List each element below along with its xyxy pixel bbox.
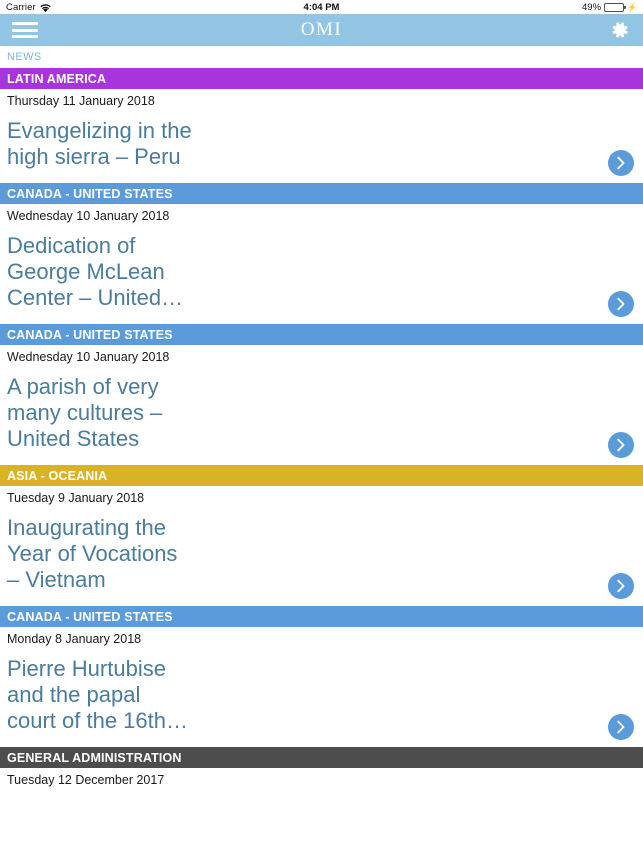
news-item-body: Monday 8 January 2018 Pierre Hurtubise an…	[0, 627, 643, 746]
news-item-title[interactable]: Dedication of George McLean Center – Uni…	[0, 225, 643, 311]
hamburger-menu-icon[interactable]	[12, 20, 38, 40]
news-category-banner: CANADA - UNITED STATES	[0, 606, 643, 627]
news-item[interactable]: LATIN AMERICA Thursday 11 January 2018 Eva…	[0, 68, 643, 182]
app-brand-title: OMI	[300, 19, 343, 40]
chevron-right-icon[interactable]	[608, 714, 634, 740]
news-item-title[interactable]: A parish of very many cultures – United …	[0, 366, 643, 452]
news-item-body: Thursday 11 January 2018 Evangelizing in …	[0, 89, 643, 182]
navigation-bar: OMI	[0, 14, 643, 46]
news-item-date: Thursday 11 January 2018	[7, 94, 155, 108]
chevron-right-icon[interactable]	[608, 150, 634, 176]
news-item-body: Tuesday 12 December 2017	[0, 768, 643, 801]
news-item-date: Wednesday 10 January 2018	[7, 350, 170, 364]
news-item-body: Wednesday 10 January 2018 A parish of ver…	[0, 345, 643, 464]
news-category-banner: CANADA - UNITED STATES	[0, 183, 643, 204]
news-item-date: Tuesday 9 January 2018	[7, 491, 145, 505]
gear-icon[interactable]	[609, 19, 631, 41]
news-item-body: Wednesday 10 January 2018 Dedication of G…	[0, 204, 643, 323]
hamburger-bar	[12, 22, 38, 25]
news-item-body: Tuesday 9 January 2018 Inaugurating the Y…	[0, 486, 643, 605]
news-item[interactable]: CANADA - UNITED STATES Monday 8 January 2…	[0, 606, 643, 746]
news-category-banner: ASIA - OCEANIA	[0, 465, 643, 486]
news-item[interactable]: CANADA - UNITED STATES Wednesday 10 Janua…	[0, 324, 643, 464]
page-section-label: NEWS	[0, 46, 643, 68]
chevron-right-icon[interactable]	[608, 573, 634, 599]
news-item-date: Tuesday 12 December 2017	[7, 773, 165, 787]
news-category-banner: GENERAL ADMINISTRATION	[0, 747, 643, 768]
news-feed-list[interactable]: LATIN AMERICA Thursday 11 January 2018 Eva…	[0, 68, 643, 801]
hamburger-bar	[12, 35, 38, 38]
news-item-date: Monday 8 January 2018	[7, 632, 142, 646]
battery-icon	[604, 2, 627, 12]
news-item[interactable]: ASIA - OCEANIA Tuesday 9 January 2018 Inau…	[0, 465, 643, 605]
news-item-date: Wednesday 10 January 2018	[7, 209, 170, 223]
status-bar-clock: 4:04 PM	[303, 1, 340, 13]
hamburger-bar	[12, 28, 38, 32]
news-item[interactable]: CANADA - UNITED STATES Wednesday 10 Janua…	[0, 183, 643, 323]
news-category-banner: CANADA - UNITED STATES	[0, 324, 643, 345]
news-category-banner: LATIN AMERICA	[0, 68, 643, 89]
chevron-right-icon[interactable]	[608, 291, 634, 317]
news-item-title[interactable]: Inaugurating the Year of Vocations – Vie…	[0, 507, 643, 593]
news-item-title[interactable]: Pierre Hurtubise and the papal court of …	[0, 648, 643, 734]
status-bar: Carrier 4:04 PM 49% ⚡	[0, 0, 643, 14]
news-item[interactable]: GENERAL ADMINISTRATION Tuesday 12 Decembe…	[0, 747, 643, 801]
news-item-title[interactable]: Evangelizing in the high sierra – Peru	[0, 110, 643, 170]
chevron-right-icon[interactable]	[608, 432, 634, 458]
